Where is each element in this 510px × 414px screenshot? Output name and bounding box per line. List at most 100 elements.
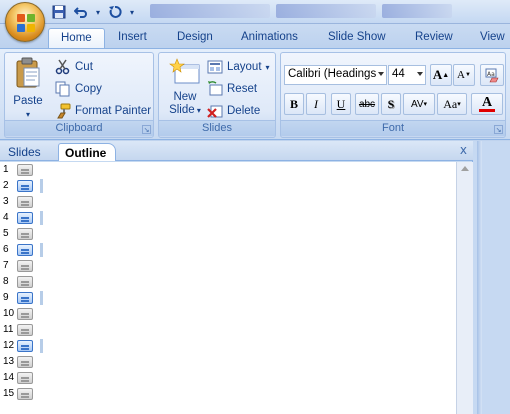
font-name-combo[interactable]: Calibri (Headings: [284, 65, 387, 85]
slide-icon[interactable]: [17, 324, 33, 336]
format-painter-button[interactable]: Format Painter: [55, 101, 151, 121]
office-button[interactable]: [5, 2, 45, 42]
font-launcher-icon[interactable]: ↘: [494, 125, 503, 134]
shrink-font-label: A: [457, 69, 465, 81]
copy-button[interactable]: Copy: [55, 79, 102, 99]
new-slide-button[interactable]: New Slide ▾: [163, 57, 207, 117]
italic-button[interactable]: I: [306, 93, 326, 115]
slide-icon[interactable]: [17, 212, 33, 224]
tab-slides[interactable]: Slides: [2, 143, 47, 161]
italic-label: I: [314, 96, 318, 111]
paste-button[interactable]: Paste ▾: [9, 57, 47, 121]
font-size-value: 44: [392, 68, 405, 80]
font-size-combo[interactable]: 44: [388, 65, 426, 85]
slide-icon[interactable]: [17, 340, 33, 352]
outline-row[interactable]: 6: [0, 242, 60, 258]
window-title-area: [150, 4, 510, 20]
tab-home[interactable]: Home: [48, 28, 105, 49]
vertical-scrollbar[interactable]: [456, 162, 473, 414]
office-logo-icon: [17, 14, 35, 32]
outline-row[interactable]: 8: [0, 274, 60, 290]
layout-button[interactable]: Layout ▾: [207, 57, 270, 77]
slide-number: 6: [3, 244, 9, 255]
outline-row[interactable]: 10: [0, 306, 60, 322]
slide-number: 4: [3, 212, 9, 223]
cut-label: Cut: [75, 61, 93, 73]
font-color-button[interactable]: A: [471, 93, 503, 115]
strikethrough-button[interactable]: abc: [355, 93, 379, 115]
delete-button[interactable]: Delete: [207, 101, 260, 121]
change-case-label: Aa: [443, 96, 458, 111]
underline-label: U: [336, 96, 346, 111]
pane-splitter[interactable]: [477, 141, 482, 414]
outline-row[interactable]: 1: [0, 162, 60, 178]
outline-row[interactable]: 11: [0, 322, 60, 338]
tab-insert[interactable]: Insert: [118, 28, 147, 49]
outline-row[interactable]: 14: [0, 370, 60, 386]
outline-row[interactable]: 9: [0, 290, 60, 306]
outline-row[interactable]: 2: [0, 178, 60, 194]
slide-icon[interactable]: [17, 164, 33, 176]
customize-qat-icon[interactable]: ▾: [128, 3, 136, 21]
outline-row[interactable]: 3: [0, 194, 60, 210]
slide-icon[interactable]: [17, 372, 33, 384]
undo-dropdown-icon[interactable]: ▾: [94, 3, 102, 21]
slide-icon[interactable]: [17, 276, 33, 288]
tab-review[interactable]: Review: [415, 28, 453, 49]
slide-number: 5: [3, 228, 9, 239]
slide-number: 14: [3, 372, 15, 383]
grow-font-label: A: [432, 67, 443, 82]
layout-dropdown-icon: ▾: [265, 62, 270, 72]
close-icon[interactable]: x: [460, 143, 467, 157]
save-icon[interactable]: [50, 3, 68, 21]
tab-design[interactable]: Design: [177, 28, 213, 49]
font-size-dropdown-icon[interactable]: [417, 72, 423, 76]
clear-formatting-button[interactable]: Aa: [480, 64, 504, 86]
character-spacing-button[interactable]: AV ▾: [403, 93, 435, 115]
new-slide-label-line1: New: [173, 91, 197, 103]
tab-view[interactable]: View: [480, 28, 505, 49]
clipboard-launcher-icon[interactable]: ↘: [142, 125, 151, 134]
layout-label: Layout: [227, 61, 262, 73]
slide-icon[interactable]: [17, 228, 33, 240]
font-name-dropdown-icon[interactable]: [378, 72, 384, 76]
slide-icon[interactable]: [17, 180, 33, 192]
slide-icon[interactable]: [17, 196, 33, 208]
slide-icon[interactable]: [17, 292, 33, 304]
pane-tabs: Slides Outline x: [0, 141, 473, 161]
reset-button[interactable]: Reset: [207, 79, 257, 99]
tab-slide-show[interactable]: Slide Show: [328, 28, 386, 49]
slide-icon[interactable]: [17, 244, 33, 256]
bold-label: B: [289, 96, 298, 111]
slide-icon[interactable]: [17, 308, 33, 320]
redo-icon[interactable]: [106, 3, 124, 21]
format-painter-label: Format Painter: [75, 105, 152, 117]
scroll-up-icon[interactable]: [461, 166, 469, 171]
clipboard-group: Paste ▾ Cut Copy Format Painter Clipboar…: [4, 52, 154, 138]
outline-row[interactable]: 13: [0, 354, 60, 370]
cut-button[interactable]: Cut: [55, 57, 93, 77]
copy-label: Copy: [75, 83, 102, 95]
reset-icon: [207, 81, 223, 97]
tab-animations[interactable]: Animations: [241, 28, 298, 49]
grow-font-button[interactable]: A ▲: [430, 64, 452, 86]
slide-icon[interactable]: [17, 356, 33, 368]
outline-row[interactable]: 7: [0, 258, 60, 274]
text-shadow-button[interactable]: S: [381, 93, 401, 115]
slide-icon[interactable]: [17, 260, 33, 272]
slide-icon[interactable]: [17, 388, 33, 400]
undo-icon[interactable]: [72, 3, 90, 21]
ribbon-tabs: Home Insert Design Animations Slide Show…: [0, 24, 510, 49]
change-case-button[interactable]: Aa ▾: [437, 93, 467, 115]
underline-button[interactable]: U: [331, 93, 351, 115]
outline-view[interactable]: 1 2 3 4 5 6 7 8 9 10 11 12 13 14 15: [0, 162, 456, 414]
shrink-font-button[interactable]: A ▼: [453, 64, 475, 86]
font-name-value: Calibri (Headings: [288, 68, 377, 80]
outline-row[interactable]: 12: [0, 338, 60, 354]
bold-button[interactable]: B: [284, 93, 304, 115]
tab-outline[interactable]: Outline: [58, 143, 116, 161]
outline-row[interactable]: 15: [0, 386, 60, 402]
font-color-label: A: [481, 95, 493, 110]
outline-row[interactable]: 4: [0, 210, 60, 226]
outline-row[interactable]: 5: [0, 226, 60, 242]
